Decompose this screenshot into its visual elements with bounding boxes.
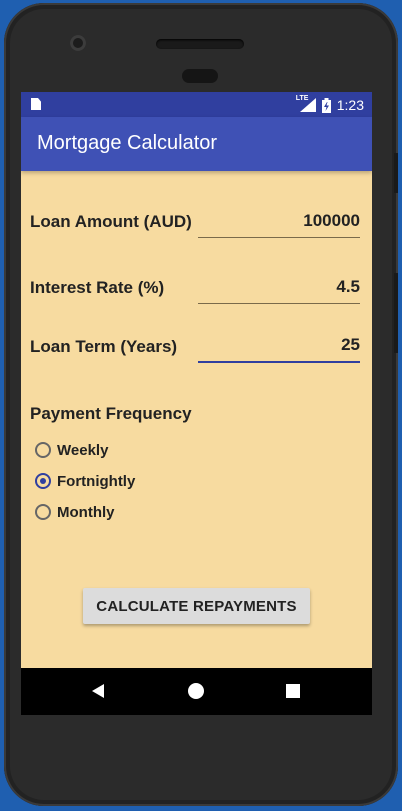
loan-amount-row: Loan Amount (AUD) <box>30 202 360 238</box>
home-icon[interactable] <box>188 683 204 699</box>
navigation-bar <box>21 668 372 715</box>
status-bar: LTE 1:23 <box>21 92 372 117</box>
payment-frequency-heading: Payment Frequency <box>30 404 192 423</box>
calculate-repayments-button[interactable]: CALCULATE REPAYMENTS <box>83 588 310 624</box>
radio-option-weekly[interactable]: Weekly <box>35 439 108 461</box>
clock-time: 1:23 <box>336 97 364 113</box>
app-screen: LTE 1:23 Mortgage Calculator Loan Amount… <box>21 92 372 715</box>
loan-term-row: Loan Term (Years) <box>30 327 360 363</box>
app-title: Mortgage Calculator <box>37 132 218 154</box>
recent-apps-icon[interactable] <box>286 684 300 698</box>
app-bar: Mortgage Calculator <box>21 117 372 171</box>
loan-amount-input[interactable] <box>198 208 360 238</box>
loan-amount-label: Loan Amount (AUD) <box>30 212 192 231</box>
status-indicators: LTE 1:23 <box>296 95 364 114</box>
radio-monthly[interactable] <box>35 504 51 520</box>
front-camera <box>70 35 86 51</box>
proximity-sensor <box>182 69 218 83</box>
radio-weekly[interactable] <box>35 442 51 458</box>
interest-rate-label: Interest Rate (%) <box>30 278 165 297</box>
radio-option-fortnightly[interactable]: Fortnightly <box>35 470 135 492</box>
earpiece-speaker <box>156 39 244 49</box>
power-button <box>394 153 398 193</box>
loan-term-input[interactable] <box>198 333 360 363</box>
radio-option-monthly[interactable]: Monthly <box>35 501 115 523</box>
battery-charging-icon <box>321 97 331 113</box>
radio-monthly-label[interactable]: Monthly <box>57 504 115 521</box>
radio-fortnightly[interactable] <box>35 473 51 489</box>
sim-card-icon <box>31 98 41 110</box>
signal-icon: LTE <box>296 95 316 112</box>
loan-term-label: Loan Term (Years) <box>30 337 178 356</box>
interest-rate-input[interactable] <box>198 274 360 304</box>
radio-weekly-label[interactable]: Weekly <box>57 442 108 459</box>
back-icon[interactable] <box>92 684 104 698</box>
volume-button <box>394 273 398 353</box>
interest-rate-row: Interest Rate (%) <box>30 268 360 304</box>
radio-fortnightly-label[interactable]: Fortnightly <box>57 473 135 490</box>
